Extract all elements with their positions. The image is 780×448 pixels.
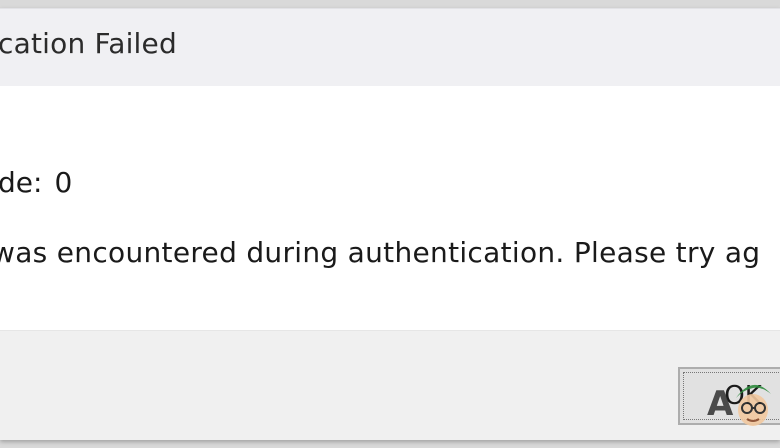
watermark-letter-a: A [707,384,734,424]
mascot-icon [736,384,771,426]
dialog-title: cation Failed [0,27,177,60]
dialog-footer: OK [0,330,780,440]
error-code-label: de: [0,166,43,199]
dialog-titlebar: cation Failed [0,8,780,87]
appuals-watermark-logo: A [705,370,780,430]
error-dialog: cation Failed de: 0 was encountered durin… [0,8,780,440]
error-code-line: de: 0 [0,166,72,199]
error-message: was encountered during authentication. P… [0,236,761,269]
dialog-content: de: 0 was encountered during authenticati… [0,86,780,330]
error-code-value: 0 [54,166,73,199]
